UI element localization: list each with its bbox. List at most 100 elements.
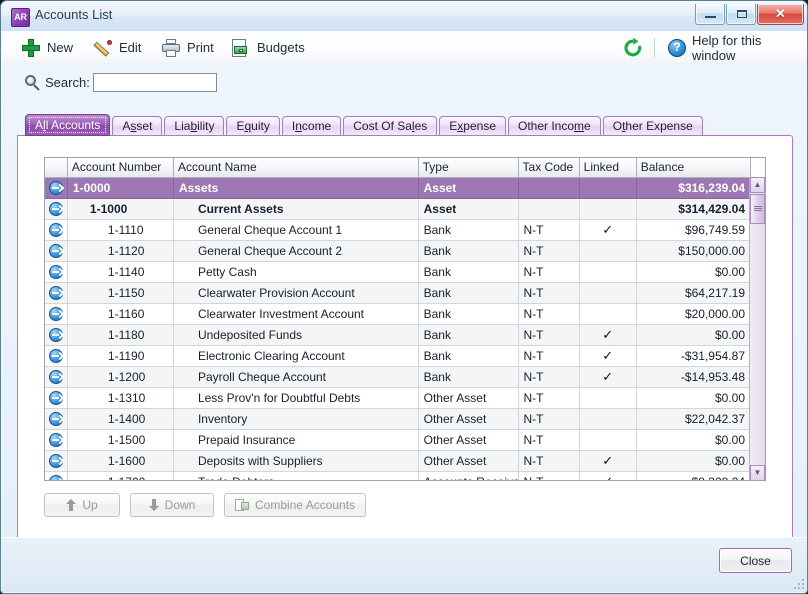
cell-linked: ✓ xyxy=(579,366,637,388)
check-icon: ✓ xyxy=(602,474,613,480)
print-button[interactable]: Print xyxy=(156,34,220,61)
cell-balance: -$31,954.87 xyxy=(636,345,752,367)
column-header-tax[interactable]: Tax Code xyxy=(518,158,580,178)
search-row: Search: xyxy=(1,65,807,101)
move-up-label: Up xyxy=(82,498,98,512)
row-detail-button[interactable] xyxy=(45,345,68,367)
table-row[interactable]: 1-1310 Less Prov'n for Doubtful Debts Othe… xyxy=(45,387,752,409)
refresh-button[interactable] xyxy=(616,34,650,61)
edit-button[interactable]: Edit xyxy=(88,34,147,61)
help-button[interactable]: ? Help for this window xyxy=(662,33,807,63)
tab-other-expense[interactable]: Other Expense xyxy=(602,116,703,136)
tab-label: Liability xyxy=(174,119,215,133)
row-detail-button[interactable] xyxy=(45,198,68,220)
row-detail-button[interactable] xyxy=(45,303,68,325)
cell-name: General Cheque Account 2 xyxy=(173,240,419,262)
column-header-balance[interactable]: Balance xyxy=(636,158,752,178)
tab-label: Asset xyxy=(122,119,153,133)
cell-linked xyxy=(579,177,637,199)
table-row[interactable]: 1-1160 Clearwater Investment Account Bank N… xyxy=(45,303,752,325)
table-row[interactable]: 1-1180 Undeposited Funds Bank N-T ✓ $0.00 xyxy=(45,324,752,346)
tab-other-income[interactable]: Other Income xyxy=(508,116,601,136)
minimize-icon xyxy=(705,16,716,18)
cell-type: Bank xyxy=(418,282,519,304)
cell-linked xyxy=(579,198,637,220)
row-detail-button[interactable] xyxy=(45,177,68,199)
cell-name: Trade Debtors xyxy=(173,471,419,480)
table-row[interactable]: 1-0000 Assets Asset $316,239.04 xyxy=(45,177,752,199)
table-row[interactable]: 1-1110 General Cheque Account 1 Bank N-T ✓ $9… xyxy=(45,219,752,241)
table-row[interactable]: 1-1150 Clearwater Provision Account Bank N-… xyxy=(45,282,752,304)
cell-balance: $22,042.37 xyxy=(636,408,752,430)
cell-tax: N-T xyxy=(518,366,580,388)
scroll-up-button[interactable]: ▲ xyxy=(750,177,765,193)
table-row[interactable]: 1-1140 Petty Cash Bank N-T $0.00 xyxy=(45,261,752,283)
tab-expense[interactable]: Expense xyxy=(439,116,506,136)
tab-label: Other Expense xyxy=(612,119,693,133)
scrollbar-thumb[interactable] xyxy=(750,194,765,224)
cell-balance: $0.00 xyxy=(636,429,752,451)
cell-number: 1-1000 xyxy=(67,198,174,220)
budgets-button[interactable]: Budgets xyxy=(226,34,311,61)
table-row[interactable]: 1-1400 Inventory Other Asset N-T $22,042.37 xyxy=(45,408,752,430)
row-detail-button[interactable] xyxy=(45,450,68,472)
combine-accounts-button[interactable]: Combine Accounts xyxy=(224,493,367,517)
toolbar-separator xyxy=(654,38,655,57)
tab-cost-of-sales[interactable]: Cost Of Sales xyxy=(343,116,438,136)
tab-equity[interactable]: Equity xyxy=(226,116,280,136)
maximize-button[interactable] xyxy=(726,4,756,25)
cell-type: Accounts Receivable xyxy=(418,471,519,480)
row-detail-button[interactable] xyxy=(45,471,68,480)
table-row[interactable]: 1-1600 Deposits with Suppliers Other Asset… xyxy=(45,450,752,472)
row-detail-button[interactable] xyxy=(45,324,68,346)
tab-income[interactable]: Income xyxy=(281,116,342,136)
tab-liability[interactable]: Liability xyxy=(164,116,225,136)
row-detail-button[interactable] xyxy=(45,261,68,283)
row-detail-button[interactable] xyxy=(45,429,68,451)
cell-linked xyxy=(579,303,637,325)
minimize-button[interactable] xyxy=(695,4,725,25)
cell-number: 1-1120 xyxy=(67,240,174,262)
resize-grip[interactable] xyxy=(792,577,804,589)
search-input[interactable] xyxy=(93,73,217,92)
row-detail-button[interactable] xyxy=(45,219,68,241)
account-type-tabs: All Accounts Asset Liability Equity Income Co… xyxy=(25,114,705,136)
close-window-button[interactable]: ✕ xyxy=(757,4,804,25)
cell-linked: ✓ xyxy=(579,345,637,367)
printer-icon xyxy=(162,38,180,57)
cell-number: 1-1700 xyxy=(67,471,174,480)
column-header-name[interactable]: Account Name xyxy=(173,158,419,178)
table-row[interactable]: 1-1500 Prepaid Insurance Other Asset N-T $0.… xyxy=(45,429,752,451)
close-button[interactable]: Close xyxy=(719,548,792,573)
tab-all-accounts[interactable]: All Accounts xyxy=(25,114,111,136)
grid-vertical-scrollbar[interactable]: ▲ ▼ xyxy=(749,177,765,480)
row-detail-button[interactable] xyxy=(45,387,68,409)
cell-tax: N-T xyxy=(518,429,580,451)
cell-linked xyxy=(579,429,637,451)
app-icon: AR xyxy=(11,8,30,27)
row-detail-button[interactable] xyxy=(45,408,68,430)
column-header-number[interactable]: Account Number xyxy=(67,158,174,178)
table-row[interactable]: 1-1700Trade DebtorsAccounts ReceivableN-… xyxy=(45,471,752,480)
move-up-button[interactable]: Up xyxy=(44,493,120,517)
scroll-down-button[interactable]: ▼ xyxy=(750,465,765,480)
table-row[interactable]: 1-1200 Payroll Cheque Account Bank N-T ✓ -$14… xyxy=(45,366,752,388)
cell-tax: N-T xyxy=(518,282,580,304)
cell-tax: N-T xyxy=(518,345,580,367)
tab-asset[interactable]: Asset xyxy=(112,116,163,136)
table-row[interactable]: 1-1000 Current Assets Asset $314,429.04 xyxy=(45,198,752,220)
table-row[interactable]: 1-1190 Electronic Clearing Account Bank N-T… xyxy=(45,345,752,367)
row-detail-button[interactable] xyxy=(45,282,68,304)
row-detail-button[interactable] xyxy=(45,240,68,262)
column-header-type[interactable]: Type xyxy=(418,158,519,178)
row-detail-button[interactable] xyxy=(45,366,68,388)
column-header-linked[interactable]: Linked xyxy=(579,158,637,178)
cell-number: 1-1310 xyxy=(67,387,174,409)
column-header-arrow[interactable] xyxy=(45,158,68,178)
cell-name: Prepaid Insurance xyxy=(173,429,419,451)
move-down-button[interactable]: Down xyxy=(130,493,214,517)
new-button[interactable]: New xyxy=(16,34,79,61)
cell-name: Electronic Clearing Account xyxy=(173,345,419,367)
cell-name: Inventory xyxy=(173,408,419,430)
table-row[interactable]: 1-1120 General Cheque Account 2 Bank N-T $15… xyxy=(45,240,752,262)
